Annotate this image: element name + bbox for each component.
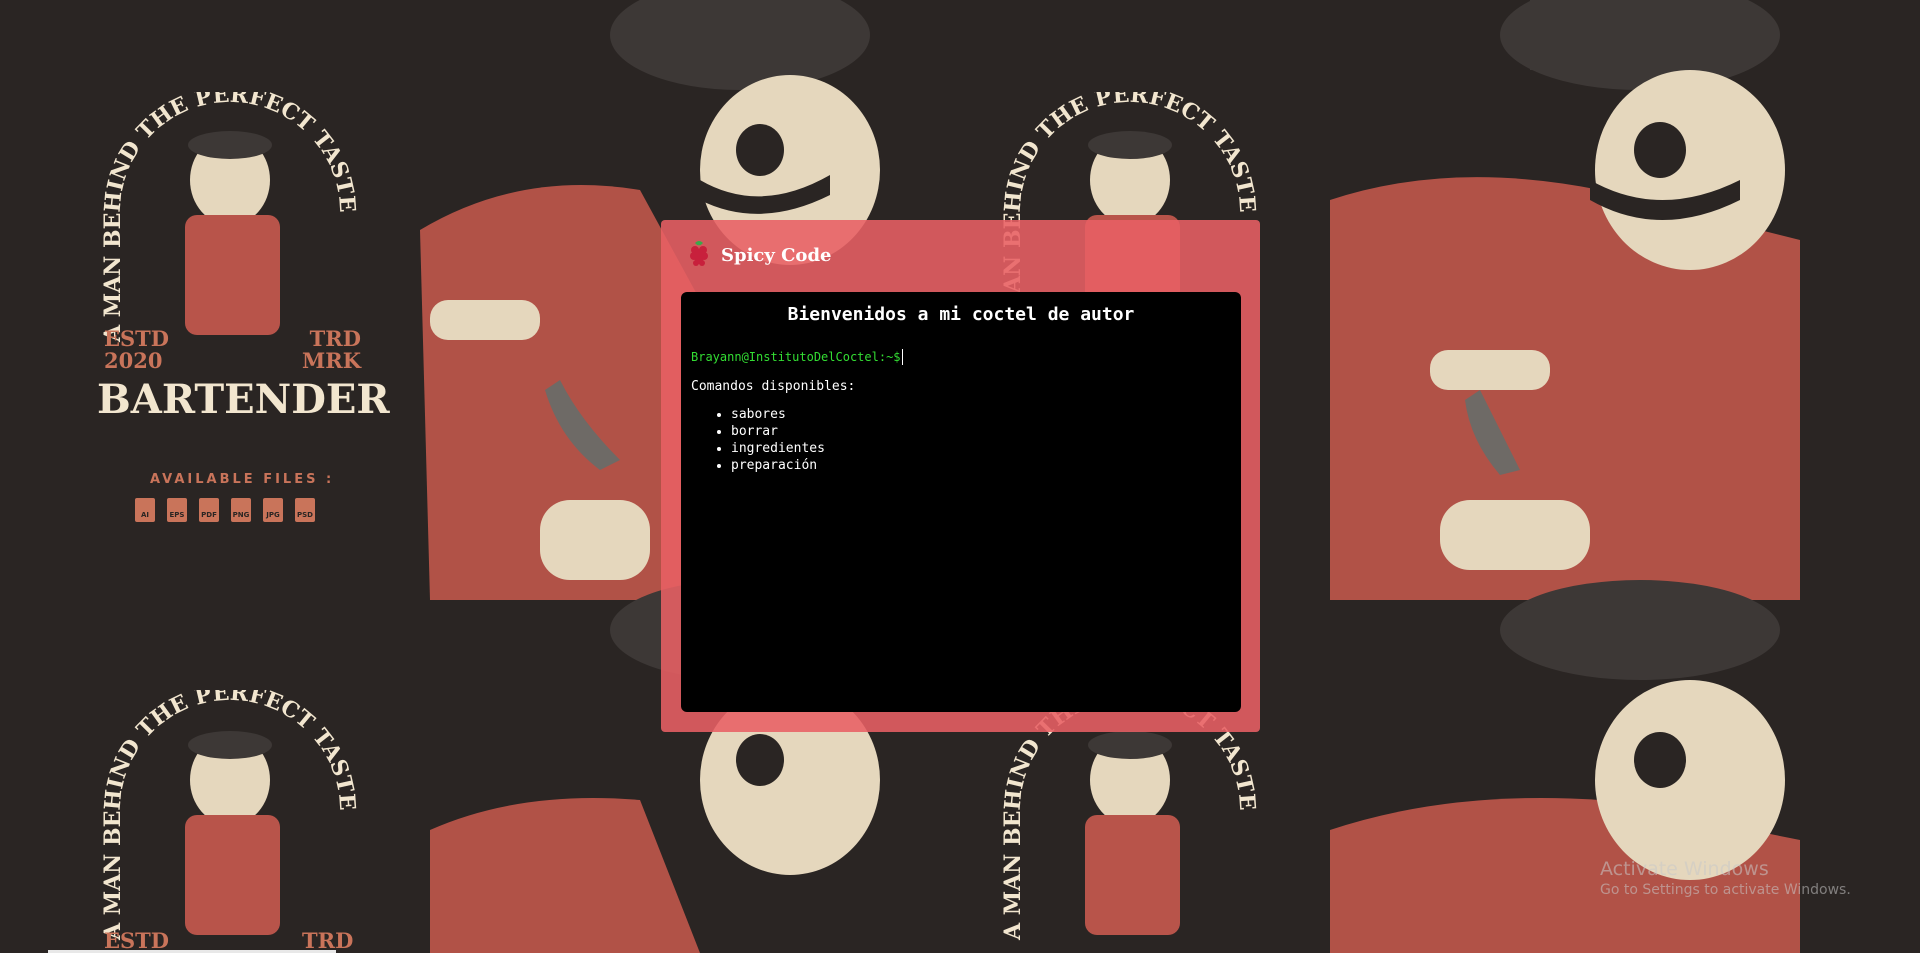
terminal-window: Spicy Code Bienvenidos a mi coctel de au… [661,220,1260,732]
poster-trd: TRD MRK [302,326,361,373]
command-item-sabores: sabores [731,406,1241,423]
command-input-line[interactable]: Brayann@InstitutoDelCoctel:~$ [691,349,1241,365]
terminal-prompt: Brayann@InstitutoDelCoctel:~$ [691,350,901,364]
pdf-file-icon: PDF [199,498,219,522]
command-item-borrar: borrar [731,423,1241,440]
eps-file-icon: EPS [167,498,187,522]
terminal-screen[interactable]: Bienvenidos a mi coctel de autor Brayann… [681,292,1241,712]
text-cursor [901,349,903,365]
poster-estd: ESTD 2020 [104,326,170,373]
watermark-subtitle: Go to Settings to activate Windows. [1600,882,1851,898]
commands-label: Comandos disponibles: [691,379,856,394]
raspberry-icon [687,239,711,271]
jpg-file-icon: JPG [263,498,283,522]
svg-text:A MAN BEHIND THE PERFECT TASTE: A MAN BEHIND THE PERFECT TASTE [100,690,360,941]
activate-windows-watermark: Activate Windows Go to Settings to activ… [1600,858,1851,898]
command-item-preparacion: preparación [731,457,1241,474]
terminal-heading: Bienvenidos a mi coctel de autor [787,304,1135,325]
window-title: Spicy Code [721,244,832,266]
svg-text:A MAN BEHIND THE PERFECT TASTE: A MAN BEHIND THE PERFECT TASTE [100,92,360,343]
poster-arc-text-3: A MAN BEHIND THE PERFECT TASTE [100,680,361,953]
command-item-ingredientes: ingredientes [731,440,1241,457]
ai-file-icon: AI [135,498,155,522]
commands-list: sabores borrar ingredientes preparación [681,406,1241,474]
window-header: Spicy Code [687,238,831,272]
poster-brand: BARTENDER [97,376,390,423]
available-files-title: AVAILABLE FILES : [150,472,335,487]
psd-file-icon: PSD [295,498,315,522]
watermark-title: Activate Windows [1600,858,1769,880]
png-file-icon: PNG [231,498,251,522]
poster-arc-text: A MAN BEHIND THE PERFECT TASTE [100,82,361,362]
